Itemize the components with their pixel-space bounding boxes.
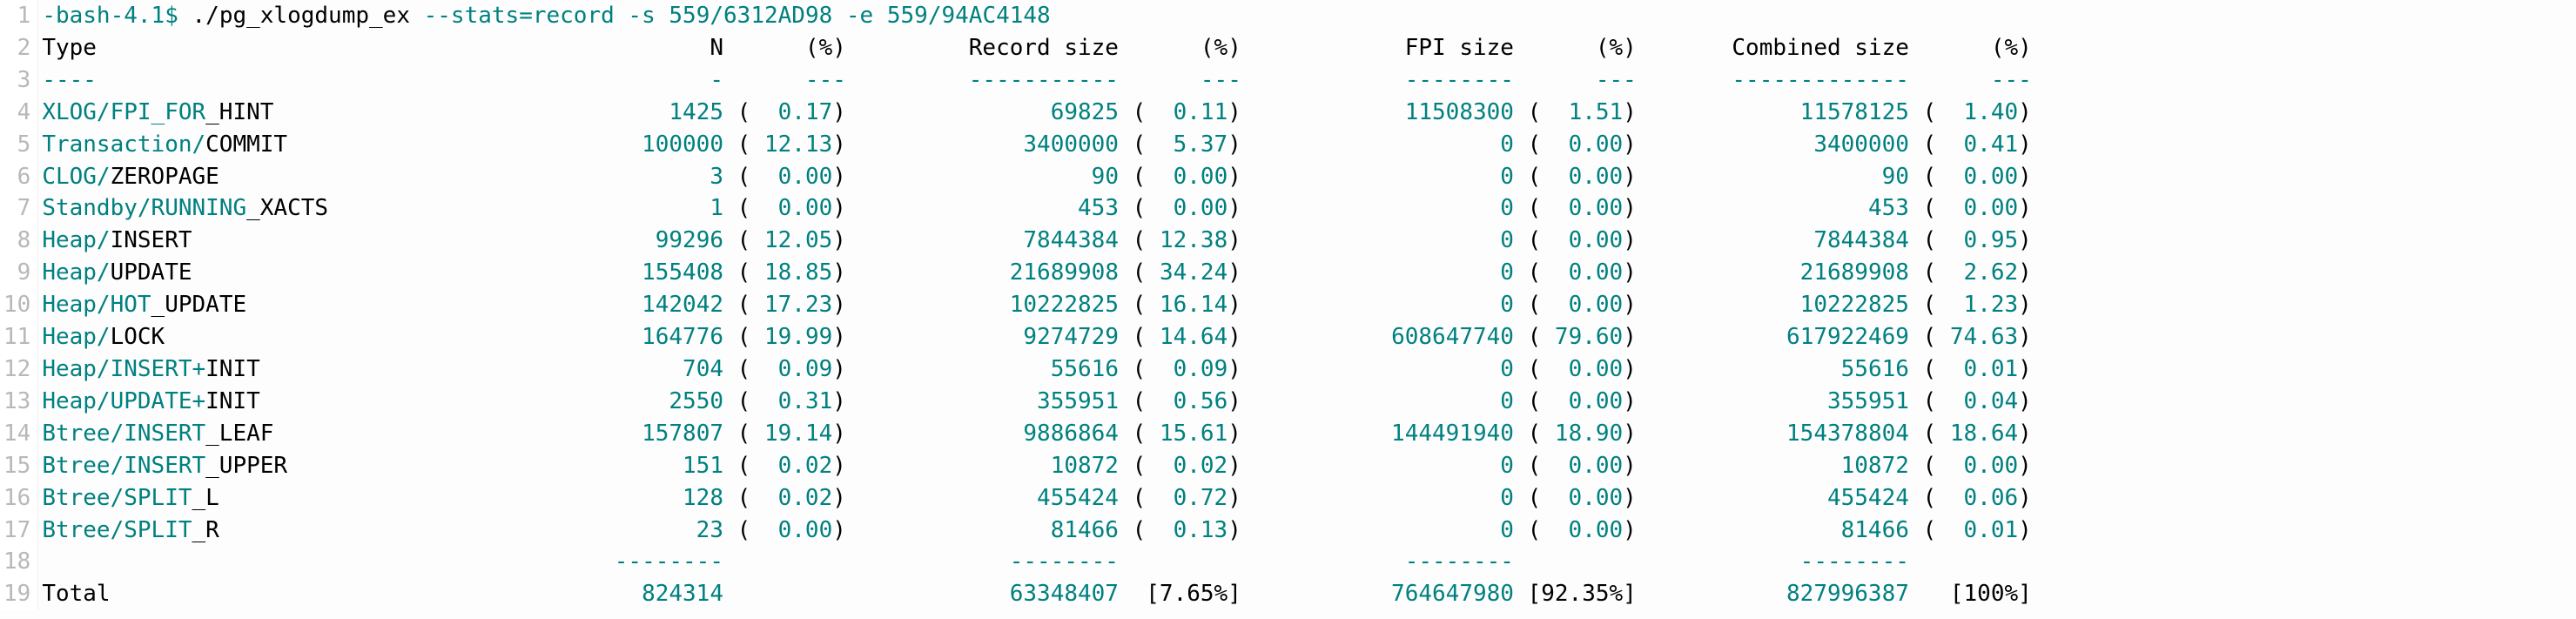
code-line: -------- -------- -------- -------- <box>42 546 2576 578</box>
line-number: 16 <box>3 482 30 515</box>
code-line: Total 824314 63348407 [7.65%] 764647980 … <box>42 578 2576 610</box>
code-line: Heap/LOCK 164776 ( 19.99) 9274729 ( 14.6… <box>42 321 2576 353</box>
code-line: Standby/RUNNING_XACTS 1 ( 0.00) 453 ( 0.… <box>42 192 2576 225</box>
line-number: 9 <box>3 257 30 289</box>
code-line: Type N (%) Record size (%) FPI size (%) … <box>42 32 2576 64</box>
line-number: 19 <box>3 578 30 610</box>
line-number: 15 <box>3 450 30 482</box>
line-number: 7 <box>3 192 30 225</box>
code-line: Heap/UPDATE+INIT 2550 ( 0.31) 355951 ( 0… <box>42 386 2576 418</box>
line-number: 17 <box>3 515 30 547</box>
line-number: 14 <box>3 418 30 450</box>
code-line: -bash-4.1$ ./pg_xlogdump_ex --stats=reco… <box>42 0 2576 32</box>
line-number: 5 <box>3 129 30 161</box>
line-number: 6 <box>3 161 30 193</box>
line-number: 3 <box>3 64 30 97</box>
code-line: ---- - --- ----------- --- -------- --- … <box>42 64 2576 97</box>
line-number: 2 <box>3 32 30 64</box>
line-number: 10 <box>3 289 30 321</box>
line-number: 11 <box>3 321 30 353</box>
line-number: 12 <box>3 353 30 386</box>
code-line: CLOG/ZEROPAGE 3 ( 0.00) 90 ( 0.00) 0 ( 0… <box>42 161 2576 193</box>
code-line: Btree/INSERT_LEAF 157807 ( 19.14) 988686… <box>42 418 2576 450</box>
code-line: Heap/INSERT+INIT 704 ( 0.09) 55616 ( 0.0… <box>42 353 2576 386</box>
code-line: Heap/INSERT 99296 ( 12.05) 7844384 ( 12.… <box>42 225 2576 257</box>
code-line: Btree/INSERT_UPPER 151 ( 0.02) 10872 ( 0… <box>42 450 2576 482</box>
line-number: 18 <box>3 546 30 578</box>
line-number: 8 <box>3 225 30 257</box>
line-number: 13 <box>3 386 30 418</box>
code-line: Btree/SPLIT_L 128 ( 0.02) 455424 ( 0.72)… <box>42 482 2576 515</box>
terminal-output: -bash-4.1$ ./pg_xlogdump_ex --stats=reco… <box>38 0 2576 610</box>
code-line: Btree/SPLIT_R 23 ( 0.00) 81466 ( 0.13) 0… <box>42 515 2576 547</box>
code-line: Heap/HOT_UPDATE 142042 ( 17.23) 10222825… <box>42 289 2576 321</box>
line-number-gutter: 12345678910111213141516171819 <box>0 0 38 610</box>
code-line: XLOG/FPI_FOR_HINT 1425 ( 0.17) 69825 ( 0… <box>42 97 2576 129</box>
line-number: 1 <box>3 0 30 32</box>
code-line: Heap/UPDATE 155408 ( 18.85) 21689908 ( 3… <box>42 257 2576 289</box>
code-line: Transaction/COMMIT 100000 ( 12.13) 34000… <box>42 129 2576 161</box>
line-number: 4 <box>3 97 30 129</box>
